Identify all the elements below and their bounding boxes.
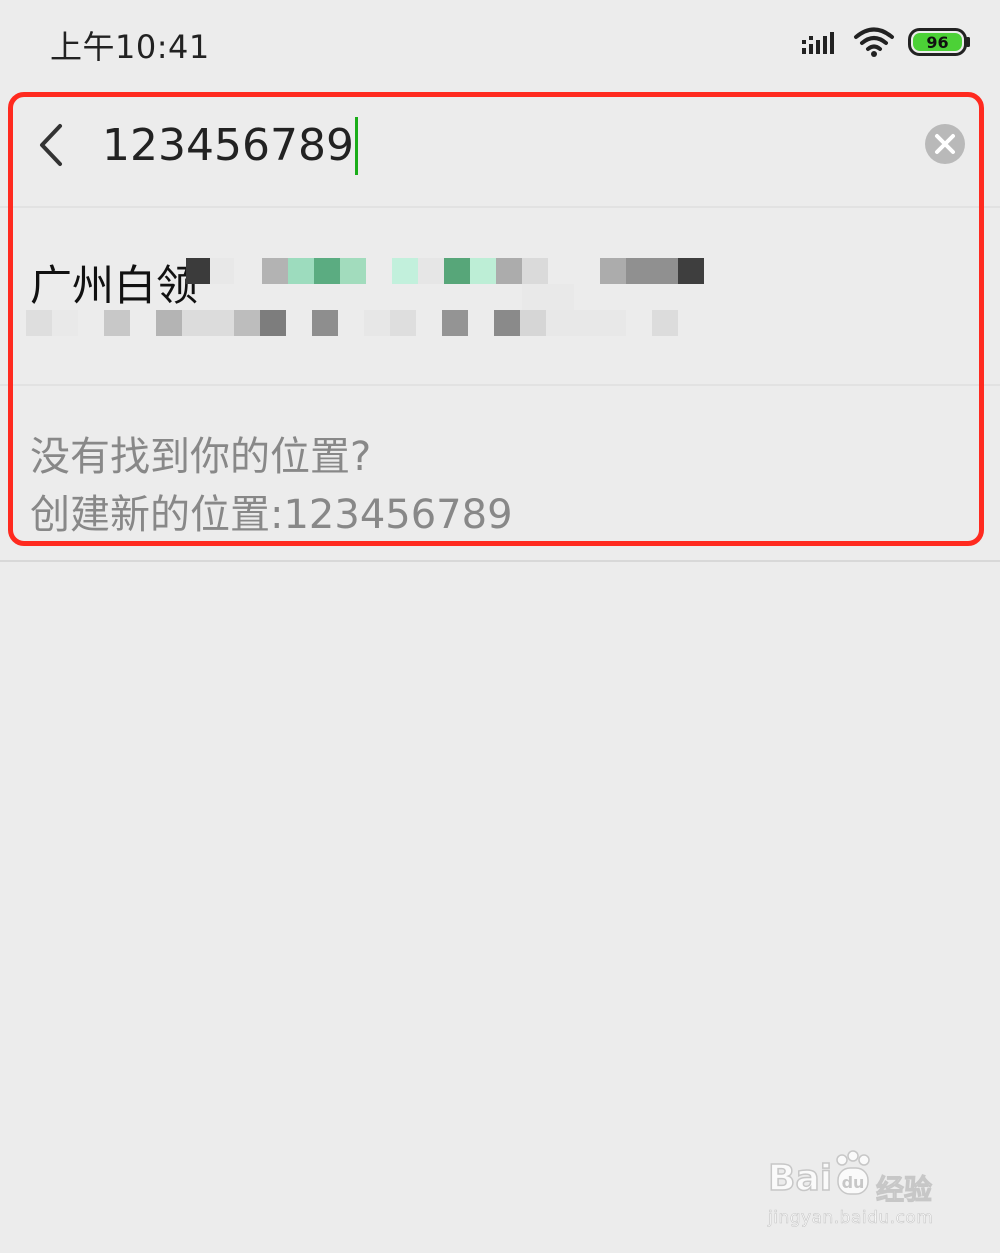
battery-level: 96 xyxy=(926,33,948,52)
watermark-suffix: 经验 xyxy=(875,1173,933,1207)
battery-icon: 96 xyxy=(908,28,970,56)
paw-logo-icon: du xyxy=(836,1150,870,1195)
wifi-icon xyxy=(854,27,894,57)
watermark-brand: Bai xyxy=(767,1157,833,1200)
baidu-jingyan-watermark: Bai du 经验 jingyan.baidu.com xyxy=(767,1150,958,1230)
signal-icon xyxy=(802,32,834,54)
status-bar: 上午10:41 96 xyxy=(0,0,1000,90)
svg-text:du: du xyxy=(842,1173,865,1192)
highlight-annotation-box xyxy=(8,92,984,546)
status-time: 上午10:41 xyxy=(50,28,210,66)
watermark-url: jingyan.baidu.com xyxy=(768,1208,934,1229)
